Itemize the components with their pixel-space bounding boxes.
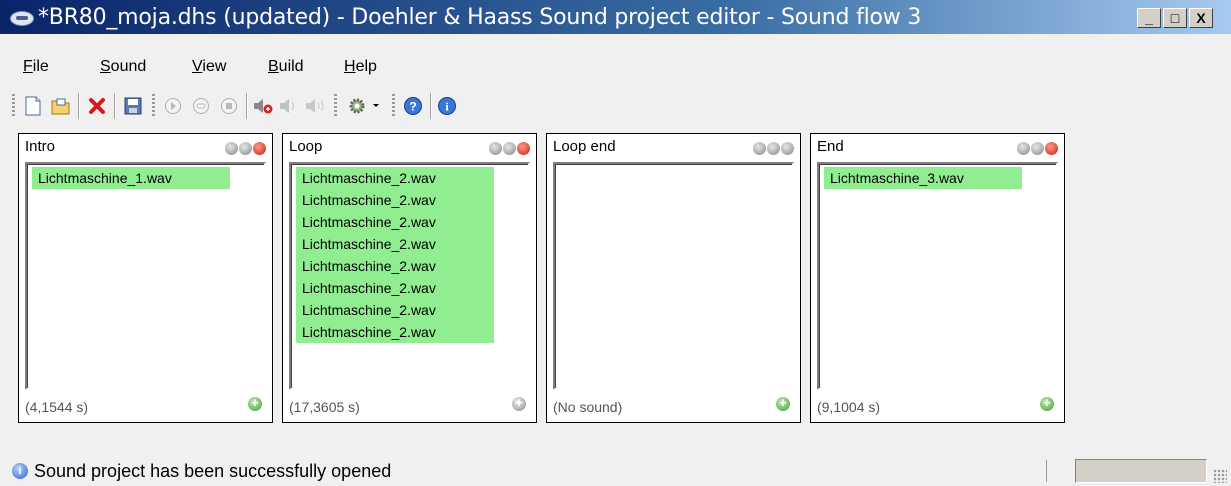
duration-label: (9,1004 s) (817, 399, 881, 415)
add-sound-icon[interactable] (1040, 395, 1054, 411)
toolbar: ? i (12, 90, 632, 122)
window-title: *BR80_moja.dhs (updated) - Doehler & Haa… (38, 5, 922, 30)
sound-list[interactable]: Lichtmaschine_1.wav (25, 162, 266, 390)
add-sound-icon[interactable] (776, 395, 790, 411)
panel-end: End Lichtmaschine_3.wav (9,1004 s) (810, 133, 1065, 423)
move-left-icon[interactable] (1017, 142, 1030, 155)
panel-title: Intro (25, 138, 56, 155)
panel-title: Loop (289, 138, 323, 155)
play-icon[interactable] (162, 95, 184, 117)
panel-title: Loop end (553, 138, 616, 155)
list-item[interactable]: Lichtmaschine_2.wav (296, 211, 494, 233)
move-left-icon[interactable] (225, 142, 238, 155)
list-item[interactable]: Lichtmaschine_2.wav (296, 299, 494, 321)
duration-label: (No sound) (553, 399, 623, 415)
add-sound-icon[interactable] (248, 395, 262, 411)
speaker-icon[interactable] (278, 95, 300, 117)
panel-intro: Intro Lichtmaschine_1.wav (4,1544 s) (18, 133, 273, 423)
panel-controls (753, 142, 794, 155)
menu-build[interactable]: Build (268, 58, 304, 76)
status-bar: i Sound project has been successfully op… (0, 454, 1231, 486)
menu-file[interactable]: File (23, 58, 49, 76)
list-item[interactable]: Lichtmaschine_2.wav (296, 233, 494, 255)
panel-title: End (817, 138, 844, 155)
move-left-icon[interactable] (753, 142, 766, 155)
duration-label: (4,1544 s) (25, 399, 89, 415)
app-icon[interactable] (10, 11, 34, 26)
menu-help[interactable]: Help (344, 58, 377, 76)
new-file-icon[interactable] (22, 95, 44, 117)
move-right-icon[interactable] (767, 142, 780, 155)
panel-controls (489, 142, 530, 155)
sound-list[interactable] (553, 162, 794, 390)
list-item[interactable]: Lichtmaschine_2.wav (296, 321, 494, 343)
stop-icon[interactable] (218, 95, 240, 117)
maximize-button[interactable]: □ (1163, 8, 1187, 28)
toolbar-separator (78, 93, 80, 119)
minimize-button[interactable]: _ (1137, 8, 1161, 28)
list-item[interactable]: Lichtmaschine_2.wav (296, 167, 494, 189)
close-button[interactable]: X (1189, 8, 1213, 28)
menu-view[interactable]: View (192, 58, 226, 76)
list-item[interactable]: Lichtmaschine_3.wav (824, 167, 1022, 189)
sound-list[interactable]: Lichtmaschine_2.wav Lichtmaschine_2.wav … (289, 162, 530, 390)
toolbar-grip[interactable] (12, 94, 15, 118)
remove-icon[interactable] (781, 142, 794, 155)
resize-grip[interactable] (1213, 469, 1227, 483)
svg-text:?: ? (409, 100, 416, 114)
toolbar-separator (246, 93, 248, 119)
move-right-icon[interactable] (1031, 142, 1044, 155)
remove-icon[interactable] (517, 142, 530, 155)
move-right-icon[interactable] (239, 142, 252, 155)
panel-controls (1017, 142, 1058, 155)
panel-controls (225, 142, 266, 155)
menu-sound[interactable]: Sound (100, 58, 146, 76)
list-item[interactable]: Lichtmaschine_2.wav (296, 255, 494, 277)
list-item[interactable]: Lichtmaschine_2.wav (296, 277, 494, 299)
status-separator (1046, 460, 1047, 482)
delete-icon[interactable] (86, 95, 108, 117)
toolbar-separator (114, 93, 116, 119)
open-folder-icon[interactable] (50, 95, 72, 117)
status-pane (1075, 459, 1207, 483)
title-bar: *BR80_moja.dhs (updated) - Doehler & Haa… (0, 0, 1231, 34)
move-left-icon[interactable] (489, 142, 502, 155)
list-item[interactable]: Lichtmaschine_2.wav (296, 189, 494, 211)
info-icon: i (12, 463, 28, 479)
loop-icon[interactable] (190, 95, 212, 117)
help-icon[interactable]: ? (402, 95, 424, 117)
duration-label: (17,3605 s) (289, 399, 360, 415)
status-message: Sound project has been successfully open… (34, 461, 392, 481)
info-icon[interactable]: i (436, 95, 458, 117)
speaker-low-icon[interactable] (304, 95, 326, 117)
list-item[interactable]: Lichtmaschine_1.wav (32, 167, 230, 189)
add-sound-icon[interactable] (512, 395, 526, 411)
settings-icon[interactable] (344, 95, 384, 117)
move-right-icon[interactable] (503, 142, 516, 155)
toolbar-separator (430, 93, 432, 119)
panel-loop: Loop Lichtmaschine_2.wav Lichtmaschine_2… (282, 133, 537, 423)
sound-list[interactable]: Lichtmaschine_3.wav (817, 162, 1058, 390)
panel-loop-end: Loop end (No sound) (546, 133, 801, 423)
toolbar-grip[interactable] (392, 94, 395, 118)
toolbar-grip[interactable] (152, 94, 155, 118)
speaker-add-icon[interactable] (252, 95, 274, 117)
save-icon[interactable] (122, 95, 144, 117)
toolbar-grip[interactable] (334, 94, 337, 118)
remove-icon[interactable] (1045, 142, 1058, 155)
remove-icon[interactable] (253, 142, 266, 155)
